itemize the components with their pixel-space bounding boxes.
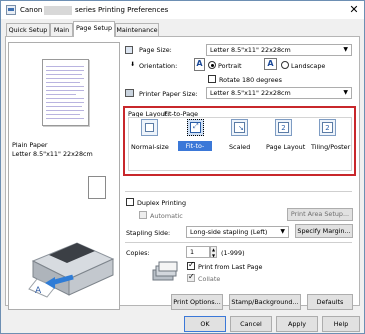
tiling-poster-icon[interactable]: 2 <box>319 119 336 136</box>
stapling-side-select[interactable]: Long-side stapling (Left) ▼ <box>186 226 289 238</box>
svg-text:A: A <box>35 286 42 296</box>
automatic-checkbox[interactable] <box>139 211 147 219</box>
close-window-button[interactable]: ✕ <box>347 3 361 17</box>
rotate-180-label: Rotate 180 degrees <box>219 76 282 84</box>
window-title-prefix: Canon <box>20 6 43 14</box>
automatic-label: Automatic <box>150 212 183 220</box>
divider <box>125 242 352 243</box>
printer-paper-size-value: Letter 8.5"x11" 22x28cm <box>210 89 291 97</box>
collate-checkbox[interactable] <box>187 272 195 282</box>
printer-app-icon <box>6 5 16 15</box>
duplex-printing-checkbox[interactable] <box>126 198 134 206</box>
title-bar: Canon series Printing Preferences ✕ <box>1 1 364 19</box>
cancel-button[interactable]: Cancel <box>230 316 272 332</box>
page-size-value: Letter 8.5"x11" 22x28cm <box>210 46 291 54</box>
tab-page-setup[interactable]: Page Setup <box>73 21 115 37</box>
landscape-label: Landscape <box>291 62 326 70</box>
printer-paper-size-select[interactable]: Letter 8.5"x11" 22x28cm ▼ <box>206 87 352 99</box>
help-button[interactable]: Help <box>322 316 360 332</box>
portrait-radio[interactable] <box>208 61 216 69</box>
defaults-button[interactable]: Defaults <box>307 294 353 310</box>
divider <box>125 191 352 192</box>
printer-paper-size-label: Printer Paper Size: <box>139 90 198 98</box>
printing-preferences-window: Canon series Printing Preferences ✕ Quic… <box>0 0 365 334</box>
portrait-label: Portrait <box>218 62 242 70</box>
chevron-down-icon: ▼ <box>343 46 348 53</box>
fit-to-page-label[interactable]: Fit-to-Page <box>178 141 212 160</box>
copies-range: (1-999) <box>221 249 245 257</box>
page-layout-option-label[interactable]: Page Layout <box>266 143 305 151</box>
chevron-down-icon: ▼ <box>343 89 348 96</box>
copies-input[interactable]: 1 <box>186 246 210 258</box>
tab-maintenance[interactable]: Maintenance <box>115 23 159 36</box>
landscape-radio[interactable] <box>281 61 289 69</box>
ok-button[interactable]: OK <box>184 316 226 332</box>
copies-stepper[interactable]: ▲ ▼ <box>210 246 217 258</box>
scaled-label[interactable]: Scaled <box>229 143 250 151</box>
page-layout-option-icon[interactable]: 2 <box>275 119 292 136</box>
rotate-180-checkbox[interactable] <box>208 75 216 83</box>
preview-paper-type: Plain Paper <box>12 141 48 149</box>
preview-pane: Plain Paper Letter 8.5"x11" 22x28cm A <box>8 42 120 310</box>
stapling-side-value: Long-side stapling (Left) <box>190 228 268 236</box>
printer-illustration-icon: A <box>28 242 115 298</box>
duplex-printing-label: Duplex Printing <box>137 199 187 207</box>
collate-label: Collate <box>198 275 221 283</box>
orientation-label: Orientation: <box>139 62 178 70</box>
preview-paper-size: Letter 8.5"x11" 22x28cm <box>12 150 93 158</box>
redacted-model-name <box>44 6 72 15</box>
normal-size-icon[interactable] <box>141 119 158 136</box>
print-options-button[interactable]: Print Options... <box>171 294 223 310</box>
printer-paper-icon <box>125 89 134 97</box>
orientation-icon: ⬇ <box>130 61 136 68</box>
page-size-icon <box>125 46 133 54</box>
normal-size-label[interactable]: Normal-size <box>131 143 169 151</box>
landscape-icon: A <box>264 58 277 70</box>
chevron-down-icon: ▼ <box>280 228 285 235</box>
print-area-setup-button[interactable]: Print Area Setup... <box>287 208 353 221</box>
copies-stack-icon <box>152 261 178 281</box>
tab-main[interactable]: Main <box>50 23 73 36</box>
window-title-suffix: series Printing Preferences <box>75 6 169 14</box>
stamp-background-button[interactable]: Stamp/Background... <box>229 294 301 310</box>
copies-value: 1 <box>190 248 195 256</box>
print-from-last-page-checkbox[interactable] <box>187 260 195 270</box>
page-size-select[interactable]: Letter 8.5"x11" 22x28cm ▼ <box>206 44 352 56</box>
stapling-side-label: Stapling Side: <box>126 229 171 237</box>
specify-margin-button[interactable]: Specify Margin... <box>295 224 353 238</box>
apply-button[interactable]: Apply <box>276 316 318 332</box>
copies-label: Copies: <box>126 249 150 257</box>
portrait-icon: A <box>194 58 205 71</box>
scaled-icon[interactable]: ↘ <box>231 119 248 136</box>
fit-to-page-icon[interactable]: ⤢ <box>187 119 204 136</box>
tiling-poster-label[interactable]: Tiling/Poster <box>311 143 350 151</box>
print-from-last-page-label: Print from Last Page <box>198 263 263 271</box>
paper-preview <box>42 59 89 126</box>
tab-quick-setup[interactable]: Quick Setup <box>6 23 50 36</box>
paper-orientation-thumbnail[interactable] <box>88 176 106 199</box>
page-size-label: Page Size: <box>139 46 172 54</box>
